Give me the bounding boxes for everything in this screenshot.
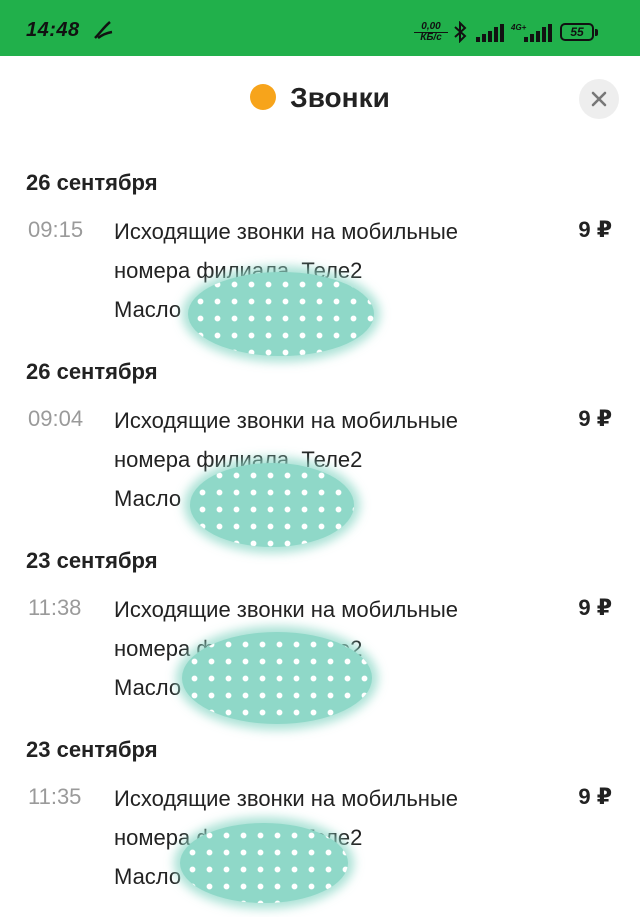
call-price: 9 ₽: [578, 217, 612, 242]
call-desc-line: Исходящие звонки на мобильные: [114, 408, 458, 433]
call-group: 26 сентября 09:15 Исходящие звонки на мо…: [0, 146, 640, 356]
title-row: Звонки: [0, 82, 640, 114]
bluetooth-icon: [454, 21, 467, 43]
call-desc-line: Исходящие звонки на мобильные: [114, 786, 458, 811]
call-price: 9 ₽: [578, 784, 612, 809]
call-time: 11:35: [28, 784, 82, 809]
page-title: Звонки: [290, 82, 390, 113]
call-desc-line: Исходящие звонки на мобильные: [114, 219, 458, 244]
network-speed: 0,00 КБ/с: [414, 22, 448, 43]
calls-list: 26 сентября 09:15 Исходящие звонки на мо…: [0, 146, 640, 903]
call-time: 11:38: [28, 595, 82, 620]
call-price: 9 ₽: [578, 406, 612, 431]
redaction-overlay: [180, 823, 348, 903]
call-time: 09:04: [28, 406, 84, 431]
date-header: 26 сентября: [26, 359, 158, 384]
swoosh-icon: [94, 21, 113, 40]
date-header: 26 сентября: [26, 170, 158, 195]
call-group: 23 сентября 11:38 Исходящие звонки на мо…: [0, 524, 640, 724]
battery-icon: 55: [560, 23, 598, 41]
close-button[interactable]: [579, 79, 619, 119]
close-icon: [591, 91, 607, 107]
signal-4g-icon: [524, 24, 552, 42]
call-group: 23 сентября 11:35 Исходящие звонки на мо…: [0, 713, 640, 903]
signal-icon: [476, 24, 504, 42]
date-header: 23 сентября: [26, 548, 158, 573]
call-desc-line: Исходящие звонки на мобильные: [114, 597, 458, 622]
redaction-overlay: [182, 632, 372, 724]
call-time: 09:15: [28, 217, 84, 242]
date-header: 23 сентября: [26, 737, 158, 762]
call-group: 26 сентября 09:04 Исходящие звонки на мо…: [0, 335, 640, 547]
sheet-header: Звонки: [0, 56, 640, 146]
speed-unit: КБ/с: [420, 32, 442, 43]
status-dot-icon: [250, 84, 277, 110]
status-time: 14:48: [26, 19, 80, 41]
call-price: 9 ₽: [578, 595, 612, 620]
status-bar: 14:48 0,00 КБ/с 4G+ 55: [0, 0, 640, 56]
